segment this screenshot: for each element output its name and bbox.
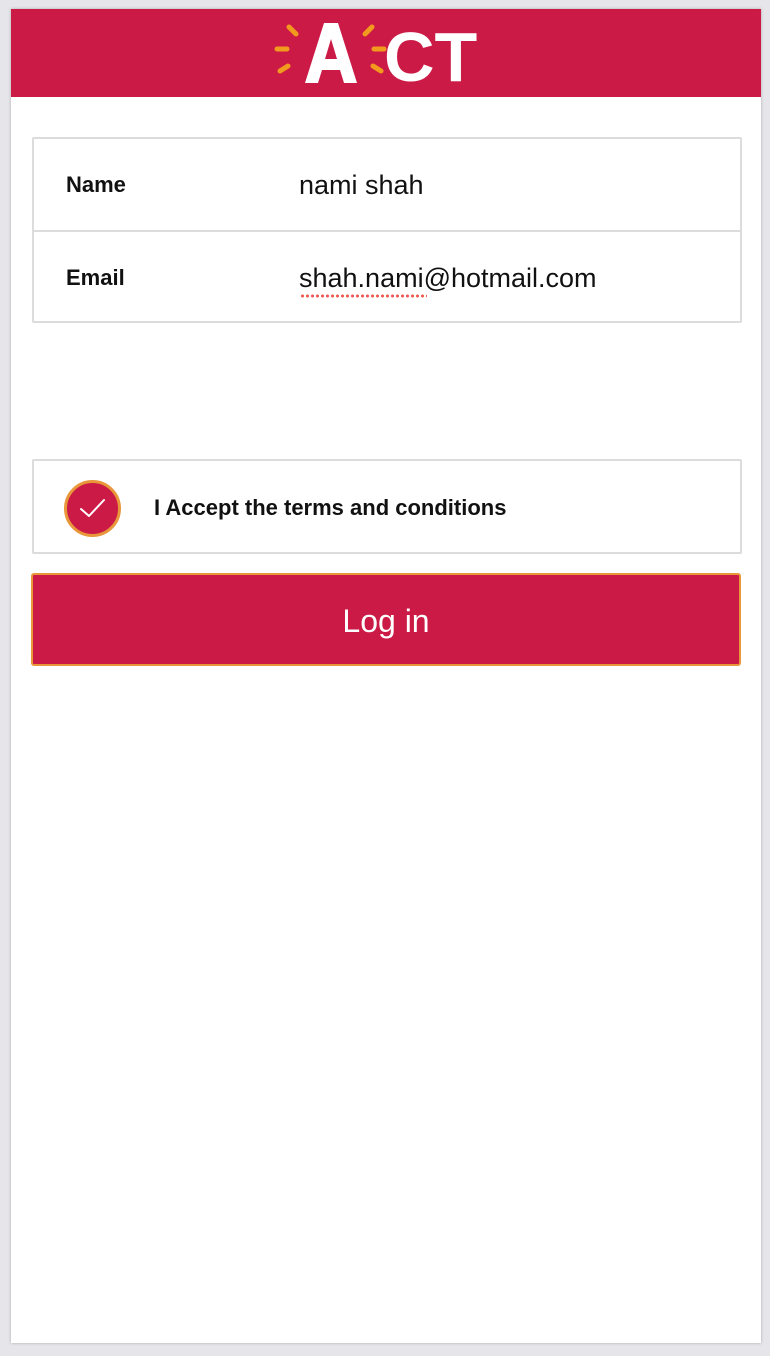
spellcheck-underline [300, 294, 427, 298]
terms-checkbox[interactable] [64, 480, 121, 537]
email-row: Email [34, 232, 740, 323]
email-input[interactable] [299, 260, 719, 296]
name-label: Name [66, 172, 126, 197]
terms-label: I Accept the terms and conditions [154, 495, 507, 520]
terms-row[interactable]: I Accept the terms and conditions [32, 459, 742, 554]
name-row: Name [34, 139, 740, 232]
name-input[interactable] [299, 167, 719, 203]
checkmark-icon [80, 499, 105, 517]
app-header: CT [11, 9, 761, 97]
login-fields: Name Email [32, 137, 742, 323]
act-logo: CT [274, 19, 477, 87]
login-button[interactable]: Log in [31, 573, 741, 666]
logo-text: CT [384, 19, 477, 87]
email-label: Email [66, 265, 125, 290]
app-screen: CT Name Email I Accept the terms and con… [11, 9, 761, 1343]
